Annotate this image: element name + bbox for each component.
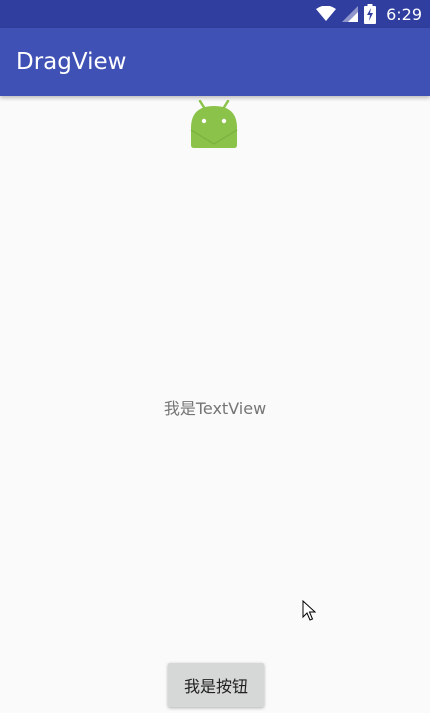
mouse-cursor-icon	[302, 599, 318, 622]
status-icons: 6:29	[316, 0, 422, 28]
text-view[interactable]: 我是TextView	[0, 395, 430, 419]
wifi-icon	[316, 6, 337, 22]
status-clock: 6:29	[386, 4, 422, 24]
app-title: DragView	[16, 49, 127, 75]
android-robot-icon[interactable]	[190, 99, 238, 148]
status-bar: 6:29	[0, 0, 430, 28]
battery-charging-icon	[364, 4, 377, 24]
signal-icon	[342, 6, 359, 22]
drag-button[interactable]: 我是按钮	[168, 663, 264, 707]
app-bar: DragView	[0, 28, 430, 96]
